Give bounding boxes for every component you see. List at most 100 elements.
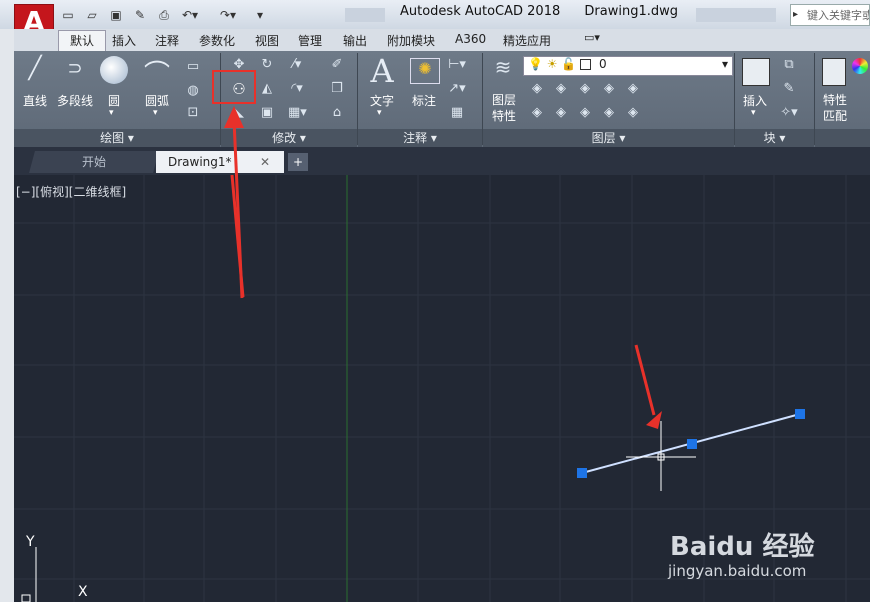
properties-panel-title: [815, 129, 870, 147]
tab-addins[interactable]: 附加模块: [387, 32, 435, 49]
create-block-icon[interactable]: ⧉: [780, 56, 798, 74]
quick-access-dropdown-icon[interactable]: ▾: [252, 7, 268, 23]
start-tab[interactable]: 开始: [29, 151, 159, 173]
line-tool-icon[interactable]: ╱: [20, 56, 50, 81]
ucs-y-label: Y: [26, 534, 35, 550]
table-tool-icon[interactable]: ⊡: [184, 104, 202, 122]
start-tab-label: 开始: [81, 155, 106, 169]
layer-tool-8-icon[interactable]: ◈: [576, 104, 594, 122]
circle-tool-label[interactable]: 圆: [100, 92, 128, 109]
layer-tool-5-icon[interactable]: ◈: [624, 80, 642, 98]
match-properties-icon[interactable]: [822, 58, 846, 86]
insert-dropdown-icon[interactable]: ▾: [751, 108, 756, 118]
tab-output[interactable]: 输出: [343, 32, 367, 49]
tab-view[interactable]: 视图: [255, 32, 279, 49]
rectangle-tool-icon[interactable]: ▭: [184, 58, 202, 76]
save-as-icon[interactable]: ✎: [132, 7, 148, 23]
watermark-url: jingyan.baidu.com: [668, 562, 807, 580]
search-input[interactable]: 键入关键字或: [790, 4, 870, 26]
mirror-tool-icon[interactable]: ◭: [258, 80, 276, 98]
insert-block-label[interactable]: 插入: [738, 92, 772, 109]
trim-tool-icon[interactable]: ⁄▾: [288, 56, 306, 74]
tab-parametric[interactable]: 参数化: [199, 32, 235, 49]
scale-tool-icon[interactable]: ▣: [258, 104, 276, 122]
viewport-controls-label[interactable]: [−][俯视][二维线框]: [16, 183, 126, 200]
offset-tool-icon[interactable]: ⌂: [328, 104, 346, 122]
layer-tool-9-icon[interactable]: ◈: [600, 104, 618, 122]
text-tool-icon[interactable]: A: [366, 52, 398, 90]
line-tool-label[interactable]: 直线: [18, 92, 52, 109]
dimension-tool-label[interactable]: 标注: [406, 92, 442, 109]
layer-dropdown[interactable]: 💡 ☀ 🔓 0 ▾: [523, 56, 733, 76]
red-arrow-annotation: [230, 175, 662, 429]
layer-tool-6-icon[interactable]: ◈: [528, 104, 546, 122]
array-tool-icon[interactable]: ▦▾: [288, 104, 307, 122]
circle-dropdown-icon[interactable]: ▾: [109, 108, 114, 118]
search-arrow-icon: ▸: [793, 9, 799, 20]
left-frame: [0, 29, 14, 602]
file-title: Drawing1.dwg: [584, 4, 678, 19]
erase-tool-icon[interactable]: ✐: [328, 56, 346, 74]
open-file-icon[interactable]: ▱: [84, 7, 100, 23]
layer-tool-7-icon[interactable]: ◈: [552, 104, 570, 122]
layer-tool-4-icon[interactable]: ◈: [600, 80, 618, 98]
tab-manage[interactable]: 管理: [298, 32, 322, 49]
ucs-origin-box: [21, 594, 31, 602]
edit-block-icon[interactable]: ✎: [780, 80, 798, 98]
line-start-grip: [577, 468, 587, 478]
fillet-tool-icon[interactable]: ◜▾: [288, 80, 306, 98]
text-tool-label[interactable]: 文字: [366, 92, 398, 109]
layer-freeze-icon: ☀: [546, 57, 558, 71]
undo-icon[interactable]: ↶▾: [182, 7, 198, 23]
text-dropdown-icon[interactable]: ▾: [377, 108, 382, 118]
copy-tool-highlight-box: [212, 70, 256, 104]
tab-annotate[interactable]: 注释: [155, 32, 179, 49]
tab-a360[interactable]: A360: [455, 32, 486, 46]
hatch-tool-icon[interactable]: ◍: [184, 82, 202, 100]
app-title: Autodesk AutoCAD 2018: [400, 4, 561, 19]
title-tab-placeholder: [345, 8, 385, 22]
polyline-tool-icon[interactable]: ⊃: [60, 58, 90, 79]
ribbon-toggle-icon[interactable]: ▭▾: [584, 31, 600, 44]
layers-panel-title[interactable]: 图层 ▾: [483, 129, 734, 147]
block-attribute-icon[interactable]: ✧▾: [780, 104, 798, 122]
linear-dimension-icon[interactable]: ⊢▾: [448, 56, 466, 74]
close-tab-icon[interactable]: ✕: [260, 151, 270, 173]
explode-tool-icon[interactable]: ❒: [328, 80, 346, 98]
insert-block-icon[interactable]: [742, 58, 770, 86]
layer-properties-label[interactable]: 图层 特性: [486, 92, 522, 124]
draw-panel-title[interactable]: 绘图 ▾: [14, 129, 220, 147]
print-icon[interactable]: ⎙: [156, 7, 172, 23]
save-icon[interactable]: ▣: [108, 7, 124, 23]
arc-tool-icon[interactable]: ⌒: [140, 54, 174, 91]
tab-insert[interactable]: 插入: [112, 32, 136, 49]
redo-icon[interactable]: ↷▾: [220, 7, 236, 23]
rotate-tool-icon[interactable]: ↻: [258, 56, 276, 74]
annotation-panel-title[interactable]: 注释 ▾: [358, 129, 482, 147]
layer-lock-icon: 🔓: [561, 57, 577, 71]
leader-tool-icon[interactable]: ↗▾: [448, 80, 466, 98]
layer-tool-3-icon[interactable]: ◈: [576, 80, 594, 98]
annotation-table-icon[interactable]: ▦: [448, 104, 466, 122]
watermark-brand: Baidu 经验: [670, 532, 815, 562]
color-wheel-icon[interactable]: [852, 58, 868, 74]
layer-tool-10-icon[interactable]: ◈: [624, 104, 642, 122]
polyline-tool-label[interactable]: 多段线: [54, 92, 96, 109]
layer-properties-icon[interactable]: ≋: [490, 57, 516, 77]
ucs-x-label: X: [78, 584, 88, 600]
new-tab-button[interactable]: +: [288, 153, 308, 171]
crosshair-cursor: [626, 421, 696, 491]
layer-tool-1-icon[interactable]: ◈: [528, 80, 546, 98]
new-file-icon[interactable]: ▭: [60, 7, 76, 23]
line-end-grip: [795, 409, 805, 419]
circle-tool-icon[interactable]: [100, 56, 128, 84]
layer-value: 0: [598, 57, 607, 71]
dimension-tool-icon[interactable]: ✺: [410, 58, 440, 84]
tab-default[interactable]: 默认: [58, 30, 106, 52]
layer-tool-2-icon[interactable]: ◈: [552, 80, 570, 98]
arc-tool-label[interactable]: 圆弧: [140, 92, 174, 109]
tab-featured-apps[interactable]: 精选应用: [503, 32, 551, 49]
match-properties-label[interactable]: 特性 匹配: [818, 92, 852, 124]
block-panel-title[interactable]: 块 ▾: [735, 129, 814, 147]
arc-dropdown-icon[interactable]: ▾: [153, 108, 158, 118]
